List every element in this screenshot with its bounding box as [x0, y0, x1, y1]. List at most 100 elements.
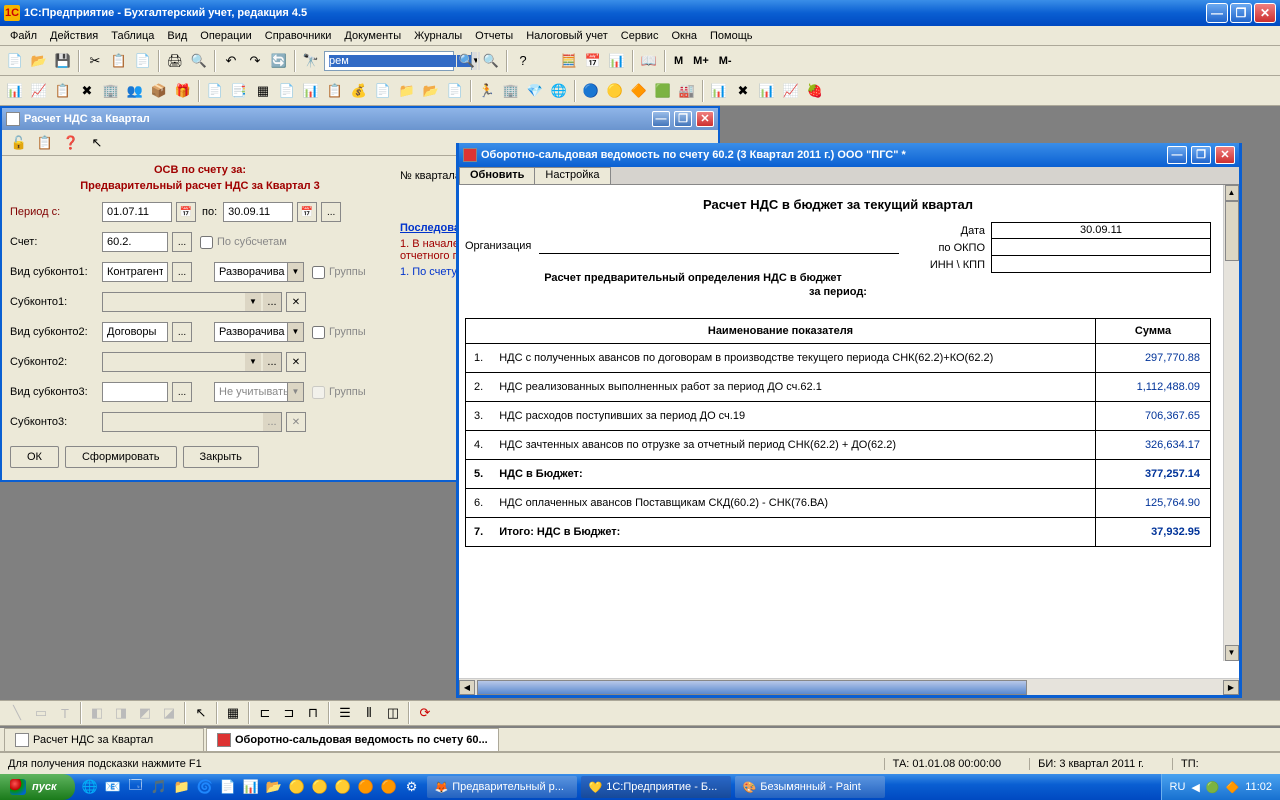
- tb2-24[interactable]: 🔵: [580, 80, 602, 102]
- dd-razv1[interactable]: Разворачива▼: [214, 262, 304, 282]
- tb2-14[interactable]: 📋: [324, 80, 346, 102]
- ql-10[interactable]: 🟡: [286, 776, 308, 798]
- menu-tax[interactable]: Налоговый учет: [520, 28, 614, 44]
- redo-icon[interactable]: ↷: [244, 50, 266, 72]
- copy-icon[interactable]: 📋: [108, 50, 130, 72]
- menu-service[interactable]: Сервис: [615, 28, 665, 44]
- cursor-icon[interactable]: ↖: [190, 702, 212, 724]
- close-button[interactable]: ✕: [1254, 3, 1276, 23]
- menu-documents[interactable]: Документы: [338, 28, 407, 44]
- chk-subschet[interactable]: [200, 236, 213, 249]
- win1-titlebar[interactable]: Расчет НДС за Квартал — ❐ ✕: [2, 108, 718, 130]
- task-paint[interactable]: 🎨 Безымянный - Paint: [735, 776, 885, 798]
- tb2-4[interactable]: ✖: [76, 80, 98, 102]
- calendar-to-icon[interactable]: 📅: [297, 202, 317, 222]
- clock[interactable]: 11:02: [1245, 781, 1272, 793]
- undo-icon[interactable]: ↶: [220, 50, 242, 72]
- ql-2[interactable]: 📧: [102, 776, 124, 798]
- refresh-icon[interactable]: 🔄: [268, 50, 290, 72]
- ql-6[interactable]: 🌀: [194, 776, 216, 798]
- find-icon[interactable]: 🔭: [300, 50, 322, 72]
- new-icon[interactable]: 📄: [4, 50, 26, 72]
- tb2-11[interactable]: ▦: [252, 80, 274, 102]
- tb2-26[interactable]: 🔶: [628, 80, 650, 102]
- menu-actions[interactable]: Действия: [44, 28, 104, 44]
- win1-close[interactable]: ✕: [696, 111, 714, 127]
- ql-4[interactable]: 🎵: [148, 776, 170, 798]
- align3-icon[interactable]: ⊓: [302, 702, 324, 724]
- win1-tb2[interactable]: 📋: [34, 132, 56, 154]
- maximize-button[interactable]: ❐: [1230, 3, 1252, 23]
- owtab-2[interactable]: Оборотно-сальдовая ведомость по счету 60…: [206, 728, 499, 752]
- find-prev-icon[interactable]: 🔍: [480, 50, 502, 72]
- tb2-29[interactable]: 📊: [708, 80, 730, 102]
- tb2-20[interactable]: 🏃: [476, 80, 498, 102]
- dist3-icon[interactable]: ◫: [382, 702, 404, 724]
- tb2-8[interactable]: 🎁: [172, 80, 194, 102]
- minimize-button[interactable]: —: [1206, 3, 1228, 23]
- scrollbar-vertical[interactable]: ▲ ▼: [1223, 185, 1239, 661]
- vid3-pick[interactable]: [172, 382, 192, 402]
- find-next-icon[interactable]: 🔍: [456, 50, 478, 72]
- chk-gr2[interactable]: [312, 326, 325, 339]
- tb2-17[interactable]: 📁: [396, 80, 418, 102]
- dist2-icon[interactable]: ⫴: [358, 702, 380, 724]
- schet-pick-button[interactable]: [172, 232, 192, 252]
- win1-tb4[interactable]: ↖: [86, 132, 108, 154]
- paste-icon[interactable]: 📄: [132, 50, 154, 72]
- toggle-panel-icon[interactable]: ⟳: [414, 702, 436, 724]
- book-icon[interactable]: 📖: [638, 50, 660, 72]
- tray-icon-3[interactable]: 🔶: [1226, 781, 1240, 794]
- start-button[interactable]: пуск: [0, 774, 75, 800]
- tb2-28[interactable]: 🏭: [676, 80, 698, 102]
- ql-8[interactable]: 📊: [240, 776, 262, 798]
- tb2-1[interactable]: 📊: [4, 80, 26, 102]
- input-sub2[interactable]: ▼...: [102, 352, 282, 372]
- tb2-21[interactable]: 🏢: [500, 80, 522, 102]
- save-icon[interactable]: 💾: [52, 50, 74, 72]
- tb2-7[interactable]: 📦: [148, 80, 170, 102]
- scroll-up-icon[interactable]: ▲: [1225, 185, 1239, 201]
- search-input[interactable]: [329, 55, 471, 67]
- ql-7[interactable]: 📄: [217, 776, 239, 798]
- menu-journals[interactable]: Журналы: [408, 28, 468, 44]
- tb2-13[interactable]: 📊: [300, 80, 322, 102]
- calendar-icon[interactable]: 📅: [582, 50, 604, 72]
- menu-table[interactable]: Таблица: [105, 28, 160, 44]
- clear-sub1[interactable]: ✕: [286, 292, 306, 312]
- period-more-button[interactable]: [321, 202, 341, 222]
- tab-settings[interactable]: Настройка: [535, 167, 610, 184]
- tab-update[interactable]: Обновить: [459, 167, 535, 184]
- memory-mminus[interactable]: M-: [715, 55, 736, 67]
- win1-max[interactable]: ❐: [674, 111, 692, 127]
- input-sub1[interactable]: ▼...: [102, 292, 282, 312]
- tb2-5[interactable]: 🏢: [100, 80, 122, 102]
- clear-sub2[interactable]: ✕: [286, 352, 306, 372]
- win2-close[interactable]: ✕: [1215, 146, 1235, 164]
- win2-titlebar[interactable]: Оборотно-сальдовая ведомость по счету 60…: [459, 143, 1239, 167]
- win1-tb1[interactable]: 🔓: [8, 132, 30, 154]
- ql-13[interactable]: 🟠: [355, 776, 377, 798]
- report-icon[interactable]: 📊: [606, 50, 628, 72]
- search-combo[interactable]: ▼: [324, 51, 454, 71]
- task-1c[interactable]: 💛 1С:Предприятие - Б...: [581, 776, 731, 798]
- ql-9[interactable]: 📂: [263, 776, 285, 798]
- calc-icon[interactable]: 🧮: [558, 50, 580, 72]
- input-schet[interactable]: [102, 232, 168, 252]
- tb2-3[interactable]: 📋: [52, 80, 74, 102]
- input-vid2[interactable]: [102, 322, 168, 342]
- print-icon[interactable]: 🖨: [164, 50, 186, 72]
- input-vid3[interactable]: [102, 382, 168, 402]
- ql-1[interactable]: 🌐: [79, 776, 101, 798]
- calendar-from-icon[interactable]: 📅: [176, 202, 196, 222]
- tb2-15[interactable]: 💰: [348, 80, 370, 102]
- input-vid1[interactable]: [102, 262, 168, 282]
- help-icon[interactable]: ?: [512, 50, 534, 72]
- tb2-2[interactable]: 📈: [28, 80, 50, 102]
- menu-operations[interactable]: Операции: [194, 28, 257, 44]
- align1-icon[interactable]: ⊏: [254, 702, 276, 724]
- menu-catalogs[interactable]: Справочники: [259, 28, 338, 44]
- vid1-pick[interactable]: [172, 262, 192, 282]
- ql-3[interactable]: 🗔: [125, 776, 147, 798]
- scroll-left-icon[interactable]: ◀: [459, 680, 475, 695]
